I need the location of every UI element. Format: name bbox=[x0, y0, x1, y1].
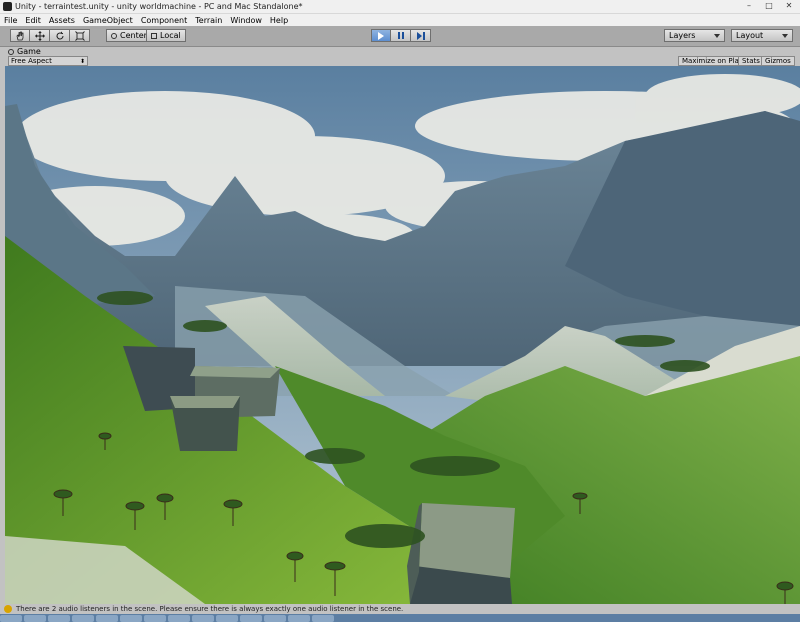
taskbar-item[interactable] bbox=[144, 615, 166, 622]
taskbar-item[interactable] bbox=[288, 615, 310, 622]
status-bar: There are 2 audio listeners in the scene… bbox=[0, 604, 800, 614]
os-taskbar bbox=[0, 614, 800, 622]
tab-game[interactable]: Game bbox=[8, 47, 41, 56]
taskbar-item[interactable] bbox=[120, 615, 142, 622]
warning-icon bbox=[4, 605, 12, 613]
transform-tools bbox=[10, 29, 90, 42]
menu-help[interactable]: Help bbox=[266, 16, 292, 25]
taskbar-item[interactable] bbox=[312, 615, 334, 622]
taskbar-item[interactable] bbox=[48, 615, 70, 622]
space-local-button[interactable]: Local bbox=[146, 29, 186, 42]
taskbar-item[interactable] bbox=[216, 615, 238, 622]
play-icon bbox=[378, 31, 384, 40]
step-forward-icon bbox=[416, 31, 425, 40]
hand-icon bbox=[16, 31, 24, 40]
console-message[interactable]: There are 2 audio listeners in the scene… bbox=[16, 605, 403, 613]
unity-logo-icon bbox=[3, 2, 12, 11]
gizmos-toggle[interactable]: Gizmos bbox=[761, 56, 795, 66]
window-title: Unity - terraintest.unity - unity worldm… bbox=[15, 2, 303, 11]
pivot-icon bbox=[111, 32, 117, 39]
stats-toggle[interactable]: Stats bbox=[738, 56, 764, 66]
taskbar-item[interactable] bbox=[24, 615, 46, 622]
stone-block-lower bbox=[170, 396, 240, 451]
rotate-icon bbox=[56, 31, 63, 39]
taskbar-item[interactable] bbox=[192, 615, 214, 622]
scale-tool-button[interactable] bbox=[70, 29, 90, 42]
minimize-button[interactable]: – bbox=[740, 0, 758, 11]
menu-assets[interactable]: Assets bbox=[45, 16, 79, 25]
menu-edit[interactable]: Edit bbox=[21, 16, 45, 25]
menu-gameobject[interactable]: GameObject bbox=[79, 16, 137, 25]
layers-dropdown[interactable]: Layers bbox=[664, 29, 725, 42]
layout-dropdown[interactable]: Layout bbox=[731, 29, 793, 42]
local-space-icon bbox=[151, 32, 157, 39]
main-toolbar: Center Local Layers Layout bbox=[0, 26, 800, 47]
game-view-icon bbox=[8, 48, 14, 55]
taskbar-item[interactable] bbox=[264, 615, 286, 622]
chevron-updown-icon: ⬍ bbox=[79, 58, 85, 65]
layers-label: Layers bbox=[669, 31, 696, 40]
menu-window[interactable]: Window bbox=[226, 16, 266, 25]
move-icon bbox=[34, 30, 45, 41]
layout-label: Layout bbox=[736, 31, 764, 40]
terrain-scene bbox=[5, 66, 800, 604]
taskbar-item[interactable] bbox=[96, 615, 118, 622]
close-button[interactable]: ✕ bbox=[780, 0, 798, 11]
step-button[interactable] bbox=[411, 29, 431, 42]
maximize-on-play-toggle[interactable]: Maximize on Play bbox=[678, 56, 747, 66]
taskbar-item[interactable] bbox=[168, 615, 190, 622]
window-controls: – □ ✕ bbox=[740, 0, 798, 13]
tab-game-label: Game bbox=[17, 47, 41, 56]
menu-component[interactable]: Component bbox=[137, 16, 191, 25]
space-toggles: Local bbox=[146, 29, 186, 42]
stone-block-foreground bbox=[407, 503, 515, 604]
chevron-down-icon bbox=[714, 34, 720, 38]
menu-file[interactable]: File bbox=[0, 16, 21, 25]
pause-icon bbox=[397, 32, 404, 39]
start-button[interactable] bbox=[0, 615, 22, 622]
maximize-button[interactable]: □ bbox=[760, 0, 778, 11]
chevron-down-icon bbox=[782, 34, 788, 38]
play-button[interactable] bbox=[371, 29, 391, 42]
aspect-select[interactable]: Free Aspect ⬍ bbox=[8, 56, 88, 66]
game-view-toolbar: Free Aspect ⬍ Maximize on Play Stats Giz… bbox=[0, 56, 800, 66]
rotate-tool-button[interactable] bbox=[50, 29, 70, 42]
hand-tool-button[interactable] bbox=[10, 29, 30, 42]
menu-bar: File Edit Assets GameObject Component Te… bbox=[0, 14, 800, 26]
menu-terrain[interactable]: Terrain bbox=[191, 16, 226, 25]
taskbar-item[interactable] bbox=[72, 615, 94, 622]
taskbar-item[interactable] bbox=[240, 615, 262, 622]
pause-button[interactable] bbox=[391, 29, 411, 42]
move-tool-button[interactable] bbox=[30, 29, 50, 42]
game-tab-bar: Game bbox=[0, 47, 800, 56]
title-bar: Unity - terraintest.unity - unity worldm… bbox=[0, 0, 800, 14]
pivot-center-label: Center bbox=[120, 31, 147, 40]
aspect-label: Free Aspect bbox=[11, 57, 52, 65]
scale-icon bbox=[74, 30, 85, 41]
playback-controls bbox=[371, 29, 431, 42]
game-viewport[interactable] bbox=[5, 66, 800, 604]
space-local-label: Local bbox=[160, 31, 181, 40]
